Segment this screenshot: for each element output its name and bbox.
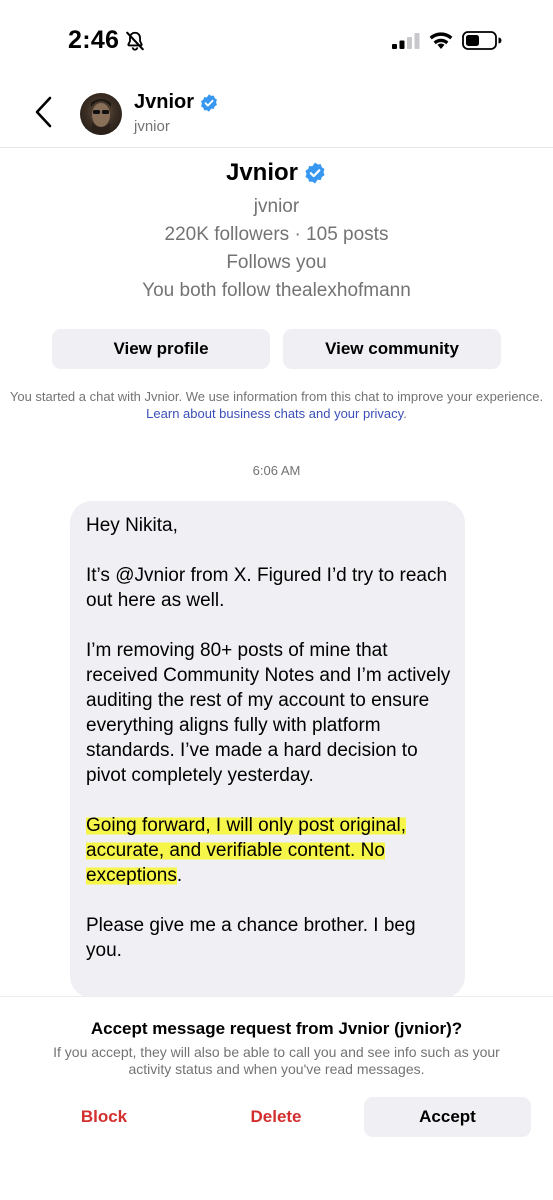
message-greeting: Hey Nikita, <box>86 515 178 536</box>
profile-name-row: Jvnior <box>0 156 553 190</box>
message-paragraph: Please give me a chance brother. I beg y… <box>86 915 416 961</box>
mutual-follow-label: You both follow thealexhofmann <box>142 280 411 301</box>
disclaimer-link-suffix: . <box>403 406 407 421</box>
message-bubble[interactable]: Hey Nikita, It’s @Jvnior from X. Figured… <box>70 501 465 998</box>
message-paragraph-highlighted: Going forward, I will only post original… <box>86 813 453 888</box>
profile-actions: View profile View community <box>52 329 501 369</box>
message-request-sheet: Accept message request from Jvnior (jvni… <box>0 996 553 1200</box>
accept-button[interactable]: Accept <box>364 1097 531 1137</box>
request-title: Accept message request from Jvnior (jvni… <box>90 1019 463 1038</box>
header-name: Jvnior <box>134 91 195 113</box>
status-bar: 2:46 <box>0 0 553 80</box>
profile-stats: 220K followers · 105 posts <box>164 224 389 245</box>
wifi-icon <box>429 32 453 49</box>
highlighted-text-end: . <box>176 865 183 886</box>
disclaimer-text: You started a chat with Jvnior. We use i… <box>9 389 544 404</box>
block-button[interactable]: Block <box>60 1097 148 1137</box>
verified-badge-icon <box>201 93 217 112</box>
view-profile-button[interactable]: View profile <box>52 329 270 369</box>
message-paragraph: It’s @Jvnior from X. Figured I’d try to … <box>86 565 448 611</box>
back-chevron-icon[interactable] <box>30 94 60 130</box>
chat-header: Jvnior jvnior <box>0 80 553 148</box>
chat-disclaimer: You started a chat with Jvnior. We use i… <box>0 388 553 422</box>
request-description: If you accept, they will also be able to… <box>53 1044 500 1077</box>
profile-handle: jvnior <box>253 196 300 217</box>
follows-you-label: Follows you <box>226 252 327 273</box>
bell-off-icon <box>126 31 144 51</box>
verified-badge-icon <box>305 162 325 184</box>
privacy-link[interactable]: Learn about business chats and your priv… <box>146 406 403 421</box>
status-time: 2:46 <box>68 26 120 54</box>
profile-summary: Jvnior jvnior 220K followers · 105 posts… <box>0 156 553 305</box>
view-community-button[interactable]: View community <box>283 329 501 369</box>
message-timestamp: 6:06 AM <box>252 463 301 478</box>
message-paragraph: I’m removing 80+ posts of mine that rece… <box>86 640 451 786</box>
battery-icon <box>462 31 502 50</box>
header-name-row[interactable]: Jvnior <box>134 91 219 114</box>
request-actions: Block Delete Accept <box>0 1097 553 1137</box>
header-handle: jvnior <box>134 118 170 135</box>
delete-button[interactable]: Delete <box>232 1097 320 1137</box>
signal-icon <box>392 33 420 49</box>
avatar[interactable] <box>80 93 122 135</box>
avatar-image <box>91 99 111 135</box>
highlighted-text: Going forward, I will only post original… <box>86 815 406 886</box>
profile-name: Jvnior <box>225 159 299 186</box>
